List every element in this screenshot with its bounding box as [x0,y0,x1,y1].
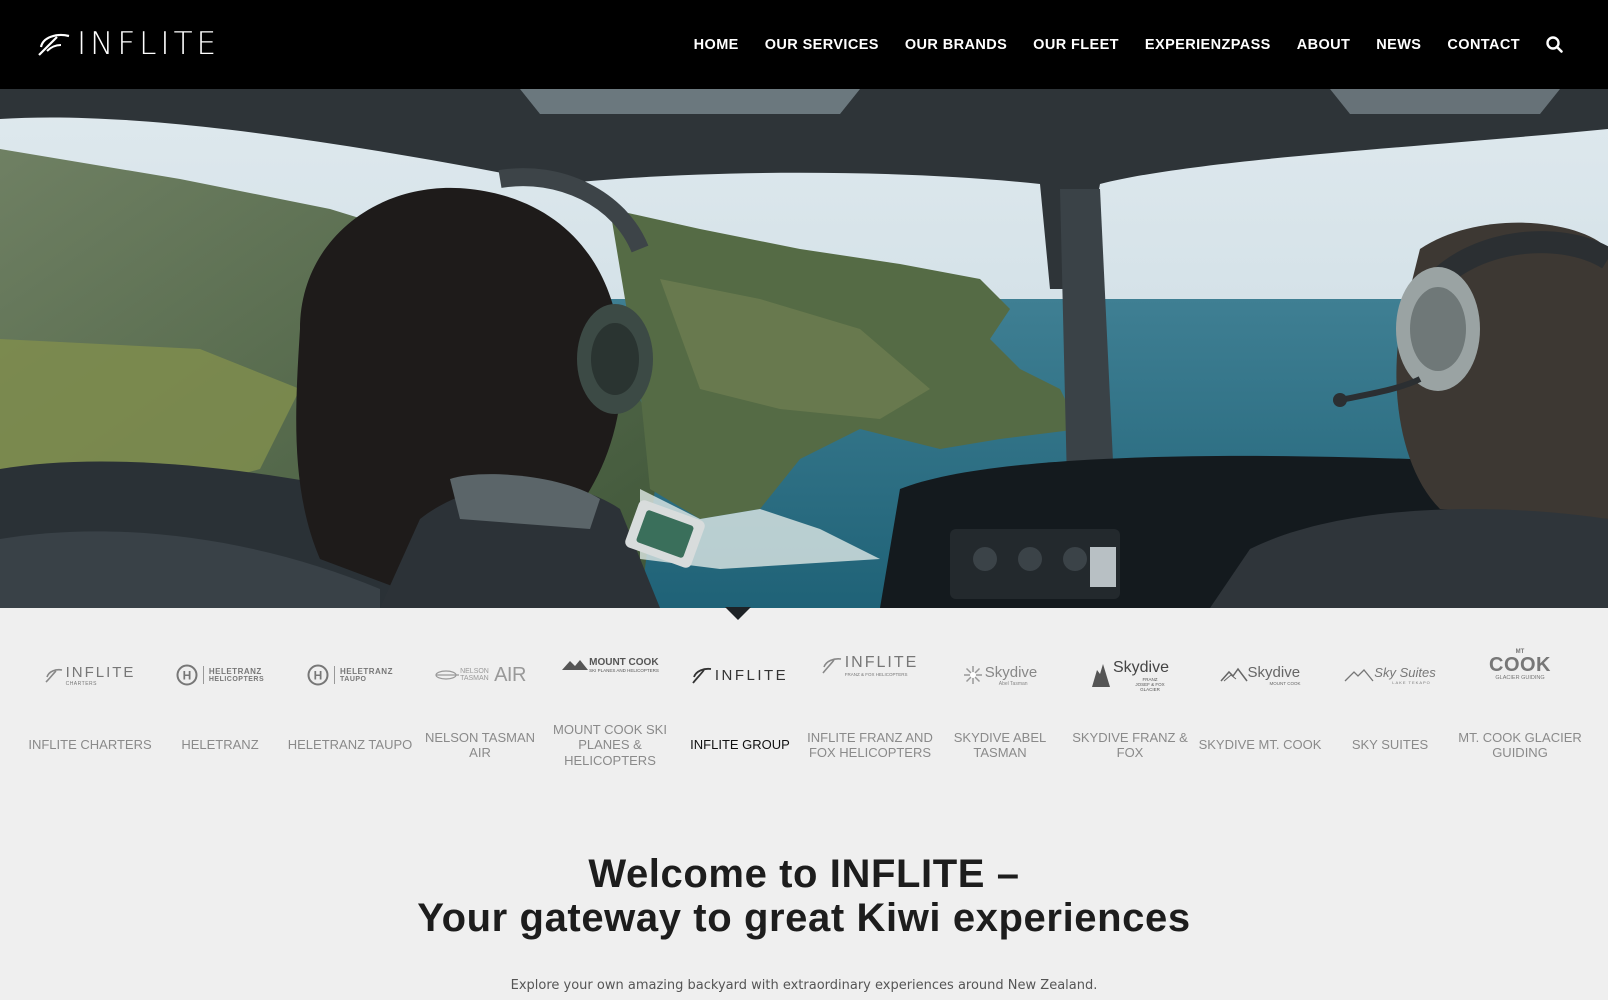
brand-logo-text: Skydive [1112,658,1170,676]
mountain-range-icon [1344,669,1374,682]
svg-text:H: H [183,669,192,683]
brand-logo: Skydive FRANZ JOSEF & FOX GLACIER [1065,655,1195,695]
brand-heletranz-taupo[interactable]: H HELETRANZ TAUPO HELETRANZ TAUPO [285,655,415,752]
brand-logo: MT COOK GLACIER GUIDING [1455,645,1585,685]
nav-news[interactable]: NEWS [1376,37,1421,53]
main-nav: HOME OUR SERVICES OUR BRANDS OUR FLEET E… [668,0,1520,89]
brand-skydive-abel-tasman[interactable]: Skydive Abel Tasman SKYDIVE ABEL TASMAN [935,655,1065,761]
nav-our-services[interactable]: OUR SERVICES [765,37,879,53]
brand-inflite-charters[interactable]: INFLITE CHARTERS INFLITE CHARTERS [25,655,155,753]
heletranz-h-icon: H [307,664,329,686]
brand-skydive-franz-fox[interactable]: Skydive FRANZ JOSEF & FOX GLACIER SKYDIV… [1065,655,1195,761]
brand-logo-sub: SKI PLANES AND HELICOPTERS [589,668,659,673]
brand-logo-text: INFLITE [844,653,919,671]
nav-our-fleet[interactable]: OUR FLEET [1033,37,1119,53]
brand-label: INFLITE CHARTERS [28,737,152,753]
brand-label: MT. COOK GLACIER GUIDING [1458,729,1582,761]
brand-mount-cook[interactable]: MOUNT COOK SKI PLANES AND HELICOPTERS MO… [545,655,675,768]
brand-label: HELETRANZ [181,737,259,753]
logo-text: INFLITE [77,26,221,62]
brand-logo-text: INFLITE [714,666,789,684]
brand-logo-text: Sky Suites [1374,665,1436,680]
nav-contact[interactable]: CONTACT [1447,37,1520,53]
inflite-logo[interactable]: INFLITE [37,26,220,62]
brand-logo: H HELETRANZ TAUPO [285,655,415,695]
brand-inflite-franz-fox[interactable]: INFLITE FRANZ & FOX HELICOPTERS INFLITE … [805,654,935,761]
brand-logo: Skydive MOUNT COOK [1195,655,1325,695]
brand-logo-sub: Abel Tasman [998,680,1028,687]
brand-logo-sub: LAKE TEKAPO [1392,680,1431,685]
hero-image [0,89,1608,608]
brand-label: SKYDIVE MT. COOK [1198,737,1322,753]
mountain-range-icon [1219,667,1248,682]
brand-logo: INFLITE FRANZ & FOX HELICOPTERS [805,645,935,685]
site-header: INFLITE HOME OUR SERVICES OUR BRANDS OUR… [0,0,1608,89]
brand-label: SKY SUITES [1351,737,1429,753]
brand-logo: INFLITE [675,655,805,695]
brand-heletranz[interactable]: H HELETRANZ HELICOPTERS HELETRANZ [155,655,285,752]
brand-logo: H HELETRANZ HELICOPTERS [155,655,285,695]
brand-logo-sub: TAUPO [340,676,367,683]
brand-logo-sub: MOUNT COOK [1269,681,1301,686]
inflite-swoosh-icon [38,33,70,56]
brand-logo-text: Skydive [1247,664,1301,681]
svg-text:H: H [314,669,323,683]
brand-logo-sub: HELICOPTERS [208,676,265,683]
welcome-title: Welcome to INFLITE – Your gateway to gre… [0,852,1608,940]
brand-mt-cook-glacier-guiding[interactable]: MT COOK GLACIER GUIDING MT. COOK GLACIER… [1455,649,1585,761]
welcome-title-line1: Welcome to INFLITE – [588,852,1020,896]
nav-experienzpass[interactable]: EXPERIENZPASS [1145,37,1271,53]
inflite-swoosh-icon [822,658,841,674]
welcome-subtitle: Explore your own amazing backyard with e… [510,978,1098,993]
brand-logo-text: MOUNT COOK [589,657,659,668]
brand-logo-sub: NELSON TASMAN [460,668,489,682]
inflite-swoosh-icon [45,668,62,683]
welcome-title-line2: Your gateway to great Kiwi experiences [417,896,1191,940]
nav-our-brands[interactable]: OUR BRANDS [905,37,1007,53]
nav-about[interactable]: ABOUT [1297,37,1351,53]
brand-label: INFLITE GROUP [690,737,790,753]
brands-strip: INFLITE CHARTERS INFLITE CHARTERS H HELE… [25,649,1585,775]
helicopter-cockpit-illustration [0,89,1608,608]
brand-logo-sub: GLACIER GUIDING [1495,674,1545,681]
nav-home[interactable]: HOME [694,37,739,53]
brand-label: MOUNT COOK SKI PLANES & HELICOPTERS [553,721,667,768]
brand-logo: Sky Suites LAKE TEKAPO [1325,655,1455,695]
brand-logo-text: AIR [494,663,526,686]
brand-label: SKYDIVE FRANZ & FOX [1072,729,1188,761]
brand-label: INFLITE FRANZ AND FOX HELICOPTERS [807,729,933,761]
plane-swoosh-icon [435,670,460,680]
brand-label: SKYDIVE ABEL TASMAN [953,729,1047,761]
mountain-peak-icon [1091,664,1110,687]
brand-logo: MOUNT COOK SKI PLANES AND HELICOPTERS [545,645,675,685]
sun-burst-icon [963,666,982,684]
brand-skydive-mt-cook[interactable]: Skydive MOUNT COOK SKYDIVE MT. COOK [1195,655,1325,752]
brand-logo-sub: CHARTERS [65,680,97,687]
mountain-plane-icon [562,660,589,670]
search-icon[interactable] [1544,34,1566,56]
brand-logo-text: Skydive [984,663,1038,681]
heletranz-h-icon: H [176,664,198,686]
brand-logo: INFLITE CHARTERS [25,655,155,695]
inflite-swoosh-icon [692,667,711,684]
brand-logo-text: INFLITE [65,663,136,681]
brand-inflite-group[interactable]: INFLITE INFLITE GROUP [675,655,805,753]
brand-logo-text: HELETRANZ [208,667,262,676]
brand-logo-text: COOK [1489,653,1551,676]
brand-sky-suites[interactable]: Sky Suites LAKE TEKAPO SKY SUITES [1325,655,1455,752]
brand-logo-sub: FRANZ JOSEF & FOX GLACIER [1135,676,1165,692]
hero-notch [725,607,751,620]
brand-logo-text: HELETRANZ [340,667,393,676]
brand-label: NELSON TASMAN AIR [424,729,536,761]
brand-logo-sub: FRANZ & FOX HELICOPTERS [844,671,908,677]
brand-nelson-tasman-air[interactable]: NELSON TASMAN AIR NELSON TASMAN AIR [415,655,545,761]
welcome-section: Welcome to INFLITE – Your gateway to gre… [0,852,1608,993]
brand-logo: Skydive Abel Tasman [935,655,1065,695]
brand-logo: NELSON TASMAN AIR [415,655,545,695]
brand-label: HELETRANZ TAUPO [287,737,413,753]
